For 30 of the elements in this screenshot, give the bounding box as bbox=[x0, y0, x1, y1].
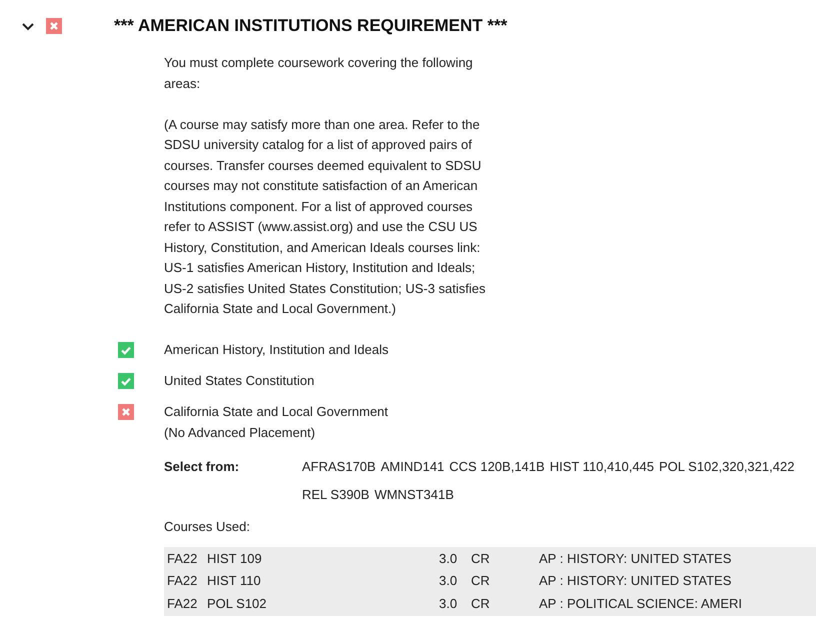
table-cell-text: AP : HISTORY: UNITED STATES bbox=[539, 572, 732, 590]
table-cell-text: POL S102 bbox=[207, 594, 268, 612]
course-link[interactable]: HIST 110,410,445 bbox=[550, 457, 654, 478]
table-cell-text: AP : POLITICAL SCIENCE: AMERI bbox=[539, 594, 744, 612]
table-cell-text: 3.0 bbox=[439, 594, 458, 612]
courses-used-label: Courses Used: bbox=[164, 518, 251, 536]
table-cell-text: 3.0 bbox=[439, 572, 458, 590]
table-cell-text: CR bbox=[471, 572, 491, 590]
table-cell-text: HIST 109 bbox=[207, 550, 263, 568]
subrequirement-label: United States Constitution bbox=[164, 372, 314, 390]
course-link[interactable]: CCS 120B,141B bbox=[449, 457, 545, 478]
table-cell-text: 3.0 bbox=[439, 550, 458, 568]
select-from-label: Select from: bbox=[164, 458, 240, 476]
table-cell-text: AP : HISTORY: UNITED STATES bbox=[539, 550, 732, 568]
table-cell-text: CR bbox=[471, 550, 491, 568]
subrequirement-label: California State and Local Government (No Advanced Placement) bbox=[164, 403, 388, 442]
table-cell-text: HIST 110 bbox=[207, 572, 262, 590]
course-link[interactable]: POL S102,320,321,422 bbox=[659, 457, 794, 478]
course-link[interactable]: WMNST341B bbox=[374, 484, 454, 505]
course-link[interactable]: AFRAS170B bbox=[302, 457, 376, 478]
subrequirement-label: American History, Institution and Ideals bbox=[164, 341, 388, 359]
table-cell-text: FA22 bbox=[167, 572, 198, 590]
course-link[interactable]: REL S390B bbox=[302, 484, 370, 505]
table-cell-text: FA22 bbox=[167, 550, 198, 568]
requirement-title: *** AMERICAN INSTITUTIONS REQUIREMENT *** bbox=[114, 16, 508, 36]
table-cell-text: CR bbox=[471, 594, 491, 612]
description-text: You must complete coursework covering the following areas: bbox=[164, 54, 474, 92]
description-text: (A course may satisfy more than one area. Refer to the SDSU university catalog for a list of approved pairs of courses. Transfer courses deemed equivalent to SDSU courses may not constitute satisfaction of an American Institutions component. For a list of approved courses refer to ASSIST (www.assist.org) and use the CSU US History, Constitution, and American Ideals courses link: US-1 satisfies American History, Institution and Ideals; US-2 satisfies United States Constitution; US-3 satisfies California State and Local Government.) bbox=[164, 116, 487, 318]
table-cell-text: FA22 bbox=[167, 594, 198, 612]
course-link[interactable]: AMIND141 bbox=[380, 457, 444, 478]
